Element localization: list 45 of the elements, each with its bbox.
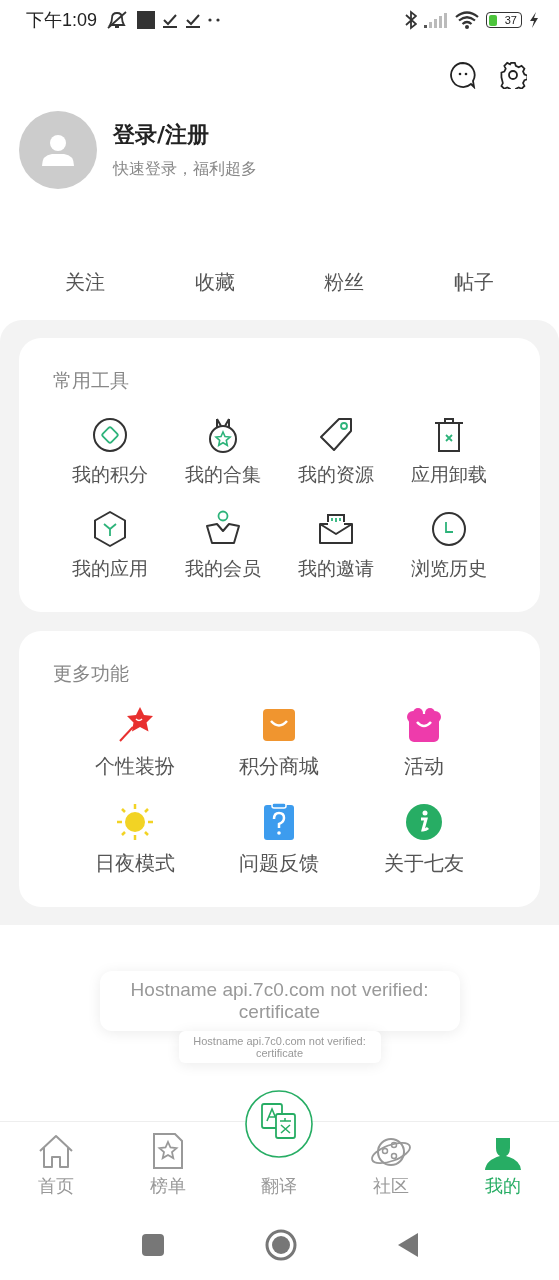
feature-label[interactable]: 个性装扮 <box>95 753 176 780</box>
square-icon <box>137 11 156 29</box>
back-icon[interactable] <box>396 1232 419 1258</box>
signal-icon <box>424 12 448 28</box>
chat-icon[interactable] <box>449 61 477 89</box>
star-document-icon <box>150 1132 185 1170</box>
tool-label[interactable]: 我的合集 <box>184 462 261 488</box>
status-time: 下午1:09 <box>26 9 98 32</box>
tool-label[interactable]: 浏览历史 <box>411 556 488 582</box>
clock-icon[interactable] <box>430 510 469 548</box>
wifi-icon <box>455 11 479 29</box>
feature-label[interactable]: 积分商城 <box>239 753 320 780</box>
recents-icon[interactable] <box>140 1233 165 1257</box>
charging-icon <box>529 12 539 28</box>
tool-label[interactable]: 我的应用 <box>71 556 148 582</box>
toast-message: Hostname api.7c0.com not verified: certificate <box>178 1031 381 1063</box>
check-icon <box>162 12 179 28</box>
person-icon <box>484 1136 523 1170</box>
home-button-icon[interactable] <box>264 1229 297 1261</box>
check-icon <box>185 12 202 28</box>
stat-link[interactable]: 粉丝 <box>324 268 365 296</box>
points-icon[interactable] <box>90 416 129 454</box>
stat-link[interactable]: 帖子 <box>454 268 495 296</box>
login-subtitle: 快速登录，福利超多 <box>113 159 257 180</box>
stat-link[interactable]: 收藏 <box>194 268 235 296</box>
translate-button[interactable] <box>245 1090 313 1158</box>
tool-label[interactable]: 我的会员 <box>184 556 261 582</box>
settings-icon[interactable] <box>499 61 527 89</box>
feature-label[interactable]: 问题反馈 <box>239 850 320 877</box>
bluetooth-icon <box>405 10 417 30</box>
info-icon[interactable] <box>403 802 444 842</box>
tool-label[interactable]: 我的积分 <box>71 462 148 488</box>
feature-label[interactable]: 关于七友 <box>383 850 464 877</box>
section-title: 常用工具 <box>53 368 130 393</box>
tool-label[interactable]: 我的邀请 <box>298 556 375 582</box>
login-title[interactable]: 登录/注册 <box>113 120 257 150</box>
tool-label[interactable]: 应用卸载 <box>411 462 488 488</box>
feature-label[interactable]: 活动 <box>403 753 444 780</box>
stat-link[interactable]: 关注 <box>64 268 105 296</box>
toast-message: Hostname api.7c0.com not verified: certificate <box>99 971 460 1031</box>
battery-icon: 37 <box>486 12 522 28</box>
feature-label[interactable]: 日夜模式 <box>95 850 176 877</box>
section-title: 更多功能 <box>53 661 130 686</box>
tool-label[interactable]: 我的资源 <box>298 462 375 488</box>
more-icon <box>208 17 221 23</box>
